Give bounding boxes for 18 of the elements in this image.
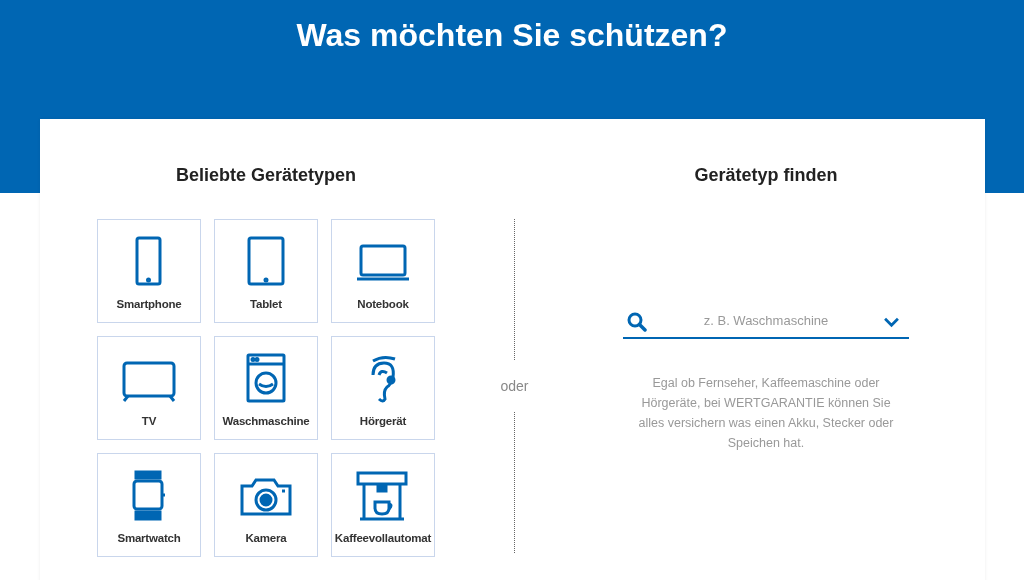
device-tile[interactable]: Smartwatch: [97, 453, 201, 557]
device-tile[interactable]: Hörgerät: [331, 336, 435, 440]
device-tile[interactable]: Kamera: [214, 453, 318, 557]
device-tile[interactable]: Waschmaschine: [214, 336, 318, 440]
chevron-down-icon: [883, 317, 900, 328]
section-heading: Beliebte Gerätetypen: [175, 165, 357, 187]
section-heading: Gerätetyp finden: [694, 165, 838, 187]
device-tile[interactable]: TV: [97, 336, 201, 440]
device-tile[interactable]: Kaffeevollautomat: [331, 453, 435, 557]
device-tile[interactable]: Notebook: [331, 219, 435, 323]
search-icon: [627, 312, 647, 332]
description-text: Egal ob Fernseher, Kaffeemaschine oder Hörgeräte, bei WERTGARANTIE können Sie alles versichern was einen Akku, Stecker oder Speichen hat.: [637, 375, 895, 452]
device-tile[interactable]: Tablet: [214, 219, 318, 323]
coffee-machine-icon: [355, 470, 411, 522]
device-tile[interactable]: Smartphone: [97, 219, 201, 323]
or-label: oder: [500, 378, 529, 394]
page-title: Was möchten Sie schützen?: [296, 17, 728, 55]
search-field[interactable]: z. B. Waschmaschine: [623, 307, 909, 339]
